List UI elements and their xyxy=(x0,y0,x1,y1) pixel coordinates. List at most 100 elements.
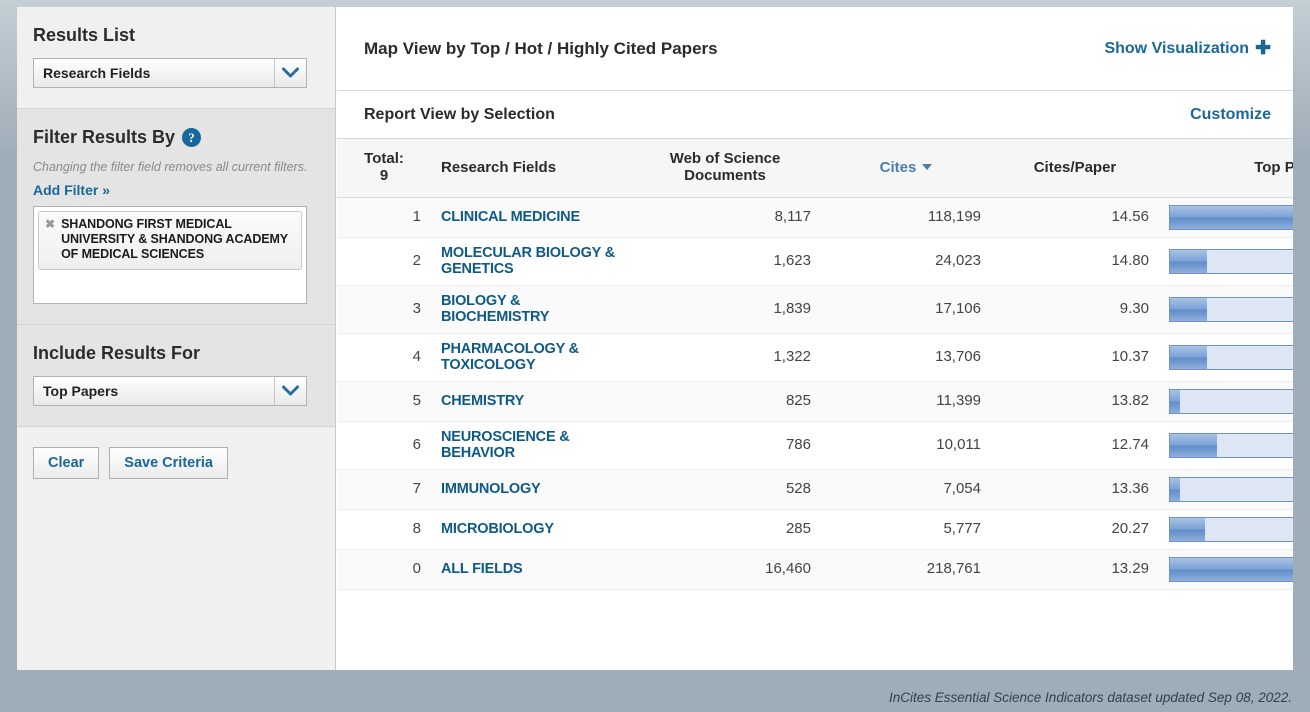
include-results-title: Include Results For xyxy=(33,343,319,364)
application-shell: Results List Research Fields Filter Resu… xyxy=(17,7,1293,670)
top-papers-bar-fill xyxy=(1170,478,1180,501)
row-rank: 7 xyxy=(337,469,431,509)
add-filter-link[interactable]: Add Filter » xyxy=(33,182,110,198)
row-cites: 17,106 xyxy=(821,285,991,333)
row-research-field: MICROBIOLOGY xyxy=(431,509,629,549)
research-field-link[interactable]: MOLECULAR BIOLOGY & GENETICS xyxy=(441,245,619,277)
row-rank: 3 xyxy=(337,285,431,333)
row-rank: 1 xyxy=(337,197,431,237)
row-research-field: MOLECULAR BIOLOGY & GENETICS xyxy=(431,237,629,285)
active-filter-chip[interactable]: ✖ SHANDONG FIRST MEDICAL UNIVERSITY & SH… xyxy=(38,211,302,270)
header-cites[interactable]: Cites xyxy=(821,139,991,197)
header-top-papers[interactable]: Top Papers xyxy=(1159,139,1293,197)
row-rank: 4 xyxy=(337,333,431,381)
plus-icon: ✚ xyxy=(1255,39,1271,58)
header-total-value: 9 xyxy=(347,167,421,184)
sidebar: Results List Research Fields Filter Resu… xyxy=(17,7,336,670)
top-papers-bar-fill xyxy=(1170,298,1207,321)
include-results-selected-value: Top Papers xyxy=(34,383,274,399)
row-cites-per-paper: 13.36 xyxy=(991,469,1159,509)
row-top-papers: 6 xyxy=(1159,509,1293,549)
row-cites-per-paper: 9.30 xyxy=(991,285,1159,333)
sidebar-action-buttons: Clear Save Criteria xyxy=(17,427,335,479)
research-field-link[interactable]: BIOLOGY & BIOCHEMISTRY xyxy=(441,293,619,325)
row-cites-per-paper: 12.74 xyxy=(991,421,1159,469)
row-rank: 6 xyxy=(337,421,431,469)
top-papers-bar: 8 xyxy=(1169,345,1293,370)
research-field-link[interactable]: PHARMACOLOGY & TOXICOLOGY xyxy=(441,341,619,373)
cites-sort-link[interactable]: Cites xyxy=(880,159,933,176)
active-filters-listbox[interactable]: ✖ SHANDONG FIRST MEDICAL UNIVERSITY & SH… xyxy=(33,206,307,304)
question-mark-icon[interactable]: ? xyxy=(182,128,201,147)
map-view-title: Map View by Top / Hot / Highly Cited Pap… xyxy=(364,39,718,59)
row-cites-per-paper: 20.27 xyxy=(991,509,1159,549)
row-cites-per-paper: 14.56 xyxy=(991,197,1159,237)
remove-x-icon[interactable]: ✖ xyxy=(45,217,55,232)
header-cites-per-paper[interactable]: Cites/Paper xyxy=(991,139,1159,197)
main-panel: Map View by Top / Hot / Highly Cited Pap… xyxy=(337,7,1293,670)
row-documents: 528 xyxy=(629,469,821,509)
research-field-link[interactable]: CLINICAL MEDICINE xyxy=(441,209,580,225)
row-documents: 825 xyxy=(629,381,821,421)
row-top-papers: 7 xyxy=(1159,237,1293,285)
row-research-field: NEUROSCIENCE & BEHAVIOR xyxy=(431,421,629,469)
chevron-down-icon[interactable] xyxy=(274,377,306,405)
row-research-field: CLINICAL MEDICINE xyxy=(431,197,629,237)
save-criteria-button[interactable]: Save Criteria xyxy=(109,447,228,479)
top-papers-bar: 7 xyxy=(1169,249,1293,274)
table-row: 0ALL FIELDS16,460218,76113.29123 xyxy=(337,549,1293,589)
top-papers-bar: 2 xyxy=(1169,477,1293,502)
row-cites-per-paper: 14.80 xyxy=(991,237,1159,285)
results-list-title: Results List xyxy=(33,25,319,46)
customize-link[interactable]: Customize xyxy=(1190,106,1271,124)
top-papers-bar-fill xyxy=(1170,558,1293,581)
filter-results-label: Filter Results By xyxy=(33,127,175,148)
page-background: Results List Research Fields Filter Resu… xyxy=(0,0,1310,712)
research-field-link[interactable]: IMMUNOLOGY xyxy=(441,481,541,497)
row-documents: 1,623 xyxy=(629,237,821,285)
clear-button[interactable]: Clear xyxy=(33,447,99,479)
top-papers-bar-fill xyxy=(1170,434,1217,457)
table-row: 6NEUROSCIENCE & BEHAVIOR78610,01112.749 xyxy=(337,421,1293,469)
row-cites-per-paper: 10.37 xyxy=(991,333,1159,381)
row-cites: 11,399 xyxy=(821,381,991,421)
top-papers-bar: 9 xyxy=(1169,433,1293,458)
show-visualization-link[interactable]: Show Visualization ✚ xyxy=(1104,39,1271,58)
top-papers-bar: 7 xyxy=(1169,297,1293,322)
chevron-down-icon[interactable] xyxy=(274,59,306,87)
include-results-section: Include Results For Top Papers xyxy=(17,324,335,426)
top-papers-bar: 6 xyxy=(1169,517,1293,542)
header-web-of-science-documents[interactable]: Web of Science Documents xyxy=(629,139,821,197)
row-research-field: PHARMACOLOGY & TOXICOLOGY xyxy=(431,333,629,381)
top-papers-bar: 123 xyxy=(1169,557,1293,582)
filter-change-note: Changing the filter field removes all cu… xyxy=(33,159,311,176)
row-cites-per-paper: 13.82 xyxy=(991,381,1159,421)
top-papers-bar: 2 xyxy=(1169,389,1293,414)
row-top-papers: 2 xyxy=(1159,469,1293,509)
top-papers-bar: 73 xyxy=(1169,205,1293,230)
row-top-papers: 2 xyxy=(1159,381,1293,421)
research-field-link[interactable]: NEUROSCIENCE & BEHAVIOR xyxy=(441,429,619,461)
row-research-field: CHEMISTRY xyxy=(431,381,629,421)
report-table-body: 1CLINICAL MEDICINE8,117118,19914.56732MO… xyxy=(337,197,1293,589)
header-research-fields[interactable]: Research Fields xyxy=(431,139,629,197)
report-table-container: Total: 9 Research Fields Web of Science … xyxy=(337,139,1293,590)
filter-results-section: Filter Results By ? Changing the filter … xyxy=(17,108,335,324)
research-field-link[interactable]: CHEMISTRY xyxy=(441,393,524,409)
filter-results-title: Filter Results By ? xyxy=(33,127,319,148)
row-cites: 7,054 xyxy=(821,469,991,509)
row-cites-per-paper: 13.29 xyxy=(991,549,1159,589)
report-view-title: Report View by Selection xyxy=(364,106,555,124)
row-top-papers: 73 xyxy=(1159,197,1293,237)
table-row: 3BIOLOGY & BIOCHEMISTRY1,83917,1069.307 xyxy=(337,285,1293,333)
report-view-header: Report View by Selection Customize xyxy=(337,91,1293,139)
top-papers-bar-fill xyxy=(1170,346,1207,369)
row-documents: 285 xyxy=(629,509,821,549)
include-results-dropdown[interactable]: Top Papers xyxy=(33,376,307,406)
map-view-header: Map View by Top / Hot / Highly Cited Pap… xyxy=(337,7,1293,91)
research-field-link[interactable]: ALL FIELDS xyxy=(441,561,523,577)
row-research-field: ALL FIELDS xyxy=(431,549,629,589)
results-list-dropdown[interactable]: Research Fields xyxy=(33,58,307,88)
research-field-link[interactable]: MICROBIOLOGY xyxy=(441,521,554,537)
report-table: Total: 9 Research Fields Web of Science … xyxy=(337,139,1293,590)
